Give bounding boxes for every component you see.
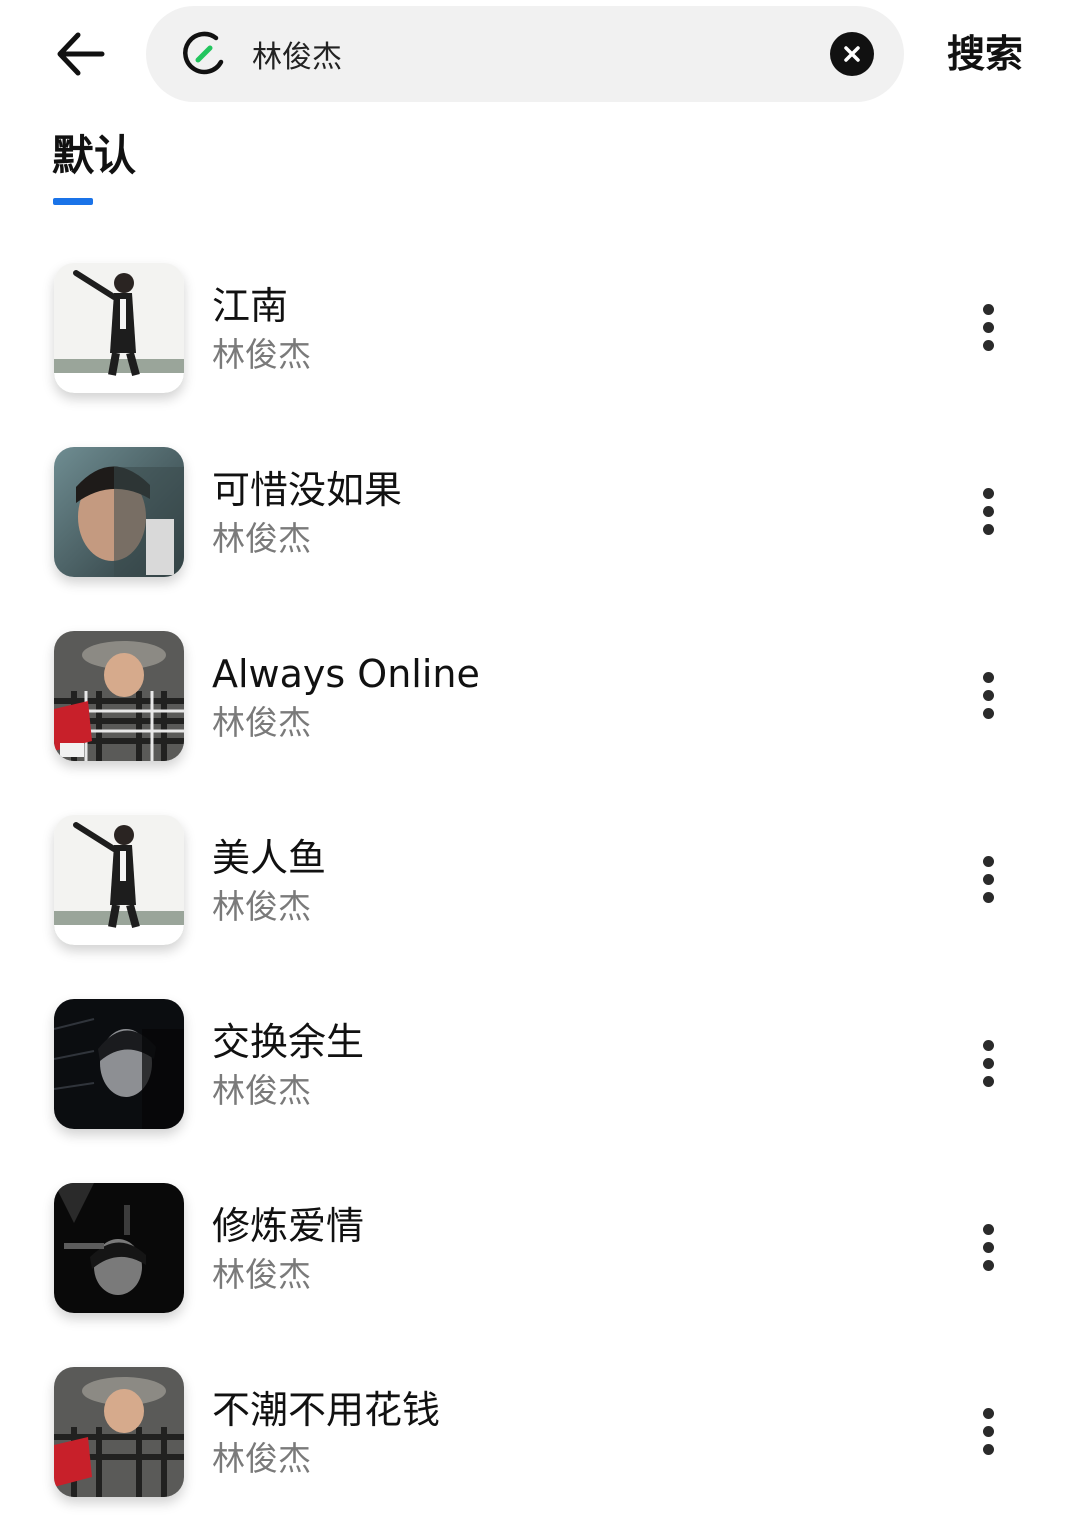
tab-active-indicator (53, 198, 93, 205)
song-row[interactable]: 美人鱼 林俊杰 (0, 797, 1080, 981)
more-vertical-icon[interactable] (958, 1401, 1018, 1461)
clear-search-button[interactable] (830, 32, 874, 76)
song-list: 江南 林俊杰 可惜没如果 林俊杰 Always Online 林俊杰 美人鱼 林… (0, 245, 1080, 1533)
album-cover-light-icon (54, 815, 184, 945)
clear-icon (844, 46, 860, 62)
song-artist: 林俊杰 (212, 1255, 311, 1294)
song-artist: 林俊杰 (212, 703, 311, 742)
music-app-logo-icon (183, 31, 224, 75)
album-cover-plaid-icon (54, 1367, 184, 1497)
more-vertical-icon[interactable] (958, 1217, 1018, 1277)
song-artist: 林俊杰 (212, 887, 311, 926)
song-title: 交换余生 (212, 1020, 365, 1064)
tab-default[interactable]: 默认 (52, 128, 136, 208)
song-title: Always Online (212, 652, 480, 696)
search-box[interactable] (146, 6, 904, 102)
song-title: 修炼爱情 (212, 1204, 365, 1248)
song-row[interactable]: Always Online 林俊杰 (0, 613, 1080, 797)
album-cover-dark-icon (54, 1183, 184, 1313)
song-artist: 林俊杰 (212, 519, 311, 558)
tab-default-label: 默认 (52, 131, 137, 180)
song-row[interactable]: 修炼爱情 林俊杰 (0, 1165, 1080, 1349)
song-row[interactable]: 不潮不用花钱 林俊杰 (0, 1349, 1080, 1533)
album-cover-portrait-icon (54, 447, 184, 577)
album-cover-light-icon (54, 263, 184, 393)
song-artist: 林俊杰 (212, 1439, 311, 1478)
arrow-left-icon (57, 32, 105, 76)
more-vertical-icon[interactable] (958, 1033, 1018, 1093)
song-row[interactable]: 可惜没如果 林俊杰 (0, 429, 1080, 613)
song-title: 不潮不用花钱 (212, 1388, 441, 1432)
more-vertical-icon[interactable] (958, 665, 1018, 725)
more-vertical-icon[interactable] (958, 297, 1018, 357)
search-input[interactable] (252, 24, 812, 84)
more-vertical-icon[interactable] (958, 849, 1018, 909)
song-title: 可惜没如果 (212, 468, 403, 512)
back-button[interactable] (48, 22, 112, 86)
album-cover-plaid-icon (54, 631, 184, 761)
song-title: 江南 (212, 284, 289, 328)
more-vertical-icon[interactable] (958, 481, 1018, 541)
song-row[interactable]: 江南 林俊杰 (0, 245, 1080, 429)
top-bar: 搜索 (0, 0, 1080, 110)
search-button[interactable]: 搜索 (930, 24, 1040, 84)
song-title: 美人鱼 (212, 836, 327, 880)
song-artist: 林俊杰 (212, 335, 311, 374)
song-row[interactable]: 交换余生 林俊杰 (0, 981, 1080, 1165)
album-cover-dark-icon (54, 999, 184, 1129)
song-artist: 林俊杰 (212, 1071, 311, 1110)
